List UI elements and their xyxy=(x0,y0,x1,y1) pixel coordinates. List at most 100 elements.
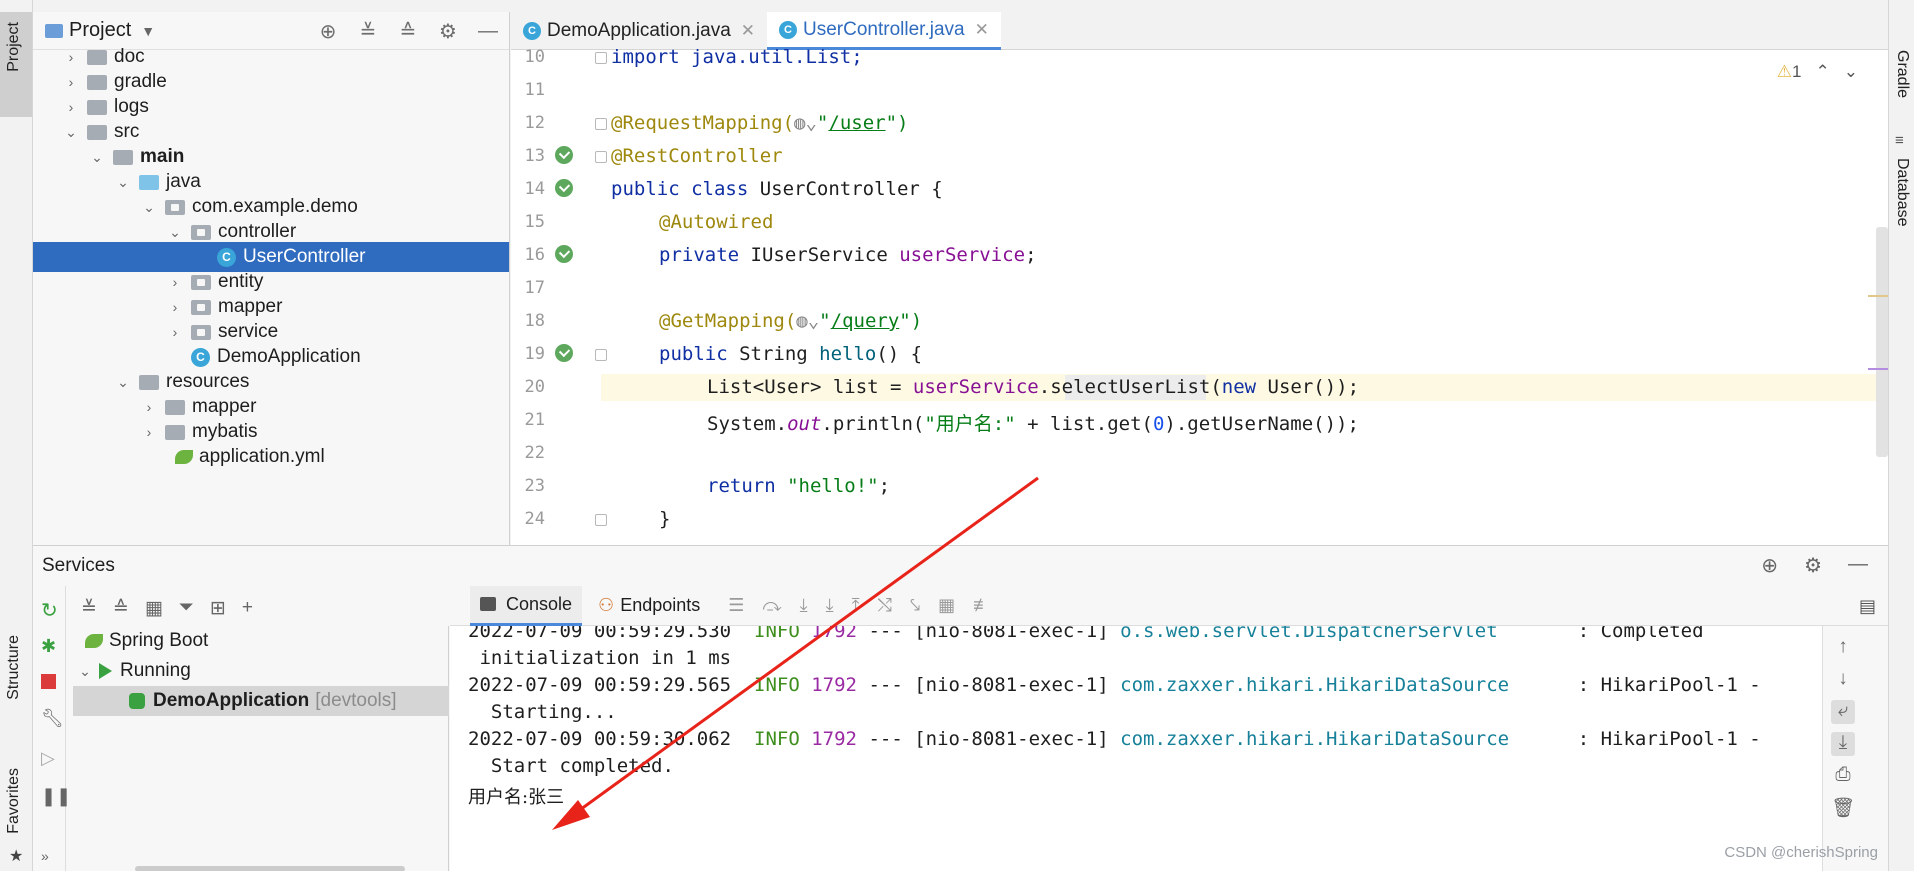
stop-icon[interactable] xyxy=(41,674,56,689)
structure-tool-button[interactable]: Structure xyxy=(5,635,23,700)
chevron-down-icon[interactable]: ⌄ xyxy=(141,199,157,216)
new-tab-icon[interactable]: ⊞ xyxy=(210,597,226,620)
tab-endpoints[interactable]: ⚇ Endpoints xyxy=(588,586,710,626)
chevron-right-icon[interactable]: › xyxy=(63,49,79,65)
arrow-up-icon[interactable]: ↑ xyxy=(1831,636,1855,660)
chevron-right-icon[interactable]: › xyxy=(63,74,79,90)
code-line-16[interactable]: private IUserService userService; xyxy=(659,244,1037,266)
gear-icon[interactable]: ⚙ xyxy=(435,18,461,44)
fold-marker-icon[interactable] xyxy=(595,118,607,130)
rerun-icon[interactable]: ↻ xyxy=(41,598,59,622)
chevron-down-icon[interactable]: ⌄ xyxy=(89,149,105,166)
more-icon[interactable]: » xyxy=(41,848,59,866)
step-over-icon[interactable]: ⤼ xyxy=(762,595,781,616)
code-line-20[interactable]: List<User> list = userService.selectUser… xyxy=(707,376,1359,398)
chevron-down-icon[interactable]: ▼ xyxy=(141,23,155,39)
chevron-down-icon[interactable]: ⌄ xyxy=(115,374,131,391)
tab-demoapplication[interactable]: C DemoApplication.java ✕ xyxy=(511,12,767,50)
tree-item-demoapplication-run[interactable]: DemoApplication [devtools] xyxy=(73,686,449,716)
code-line-18[interactable]: @GetMapping(◍⌄"/query") xyxy=(659,310,922,332)
expand-all-icon[interactable]: ≚ xyxy=(355,18,381,44)
code-line-23[interactable]: return "hello!"; xyxy=(707,475,890,497)
minimize-icon[interactable]: — xyxy=(475,18,501,44)
code-line-10[interactable]: import java.util.List; xyxy=(611,46,863,68)
chevron-down-icon[interactable]: ⌄ xyxy=(77,663,93,680)
locate-icon[interactable]: ⊕ xyxy=(1761,553,1778,578)
fold-marker-icon[interactable] xyxy=(595,151,607,163)
spring-bean-icon[interactable] xyxy=(555,245,573,263)
trace-icon[interactable]: ≢ xyxy=(973,595,991,616)
log-logger[interactable]: o.s.web.servlet.DispatcherServlet xyxy=(1120,626,1498,642)
code-line-15[interactable]: @Autowired xyxy=(659,211,773,233)
chevron-down-icon[interactable]: ⌄ xyxy=(1844,62,1858,82)
debug-icon[interactable]: ✱ xyxy=(41,636,59,656)
scroll-to-end-icon[interactable]: ⤓ xyxy=(1831,732,1855,756)
tree-item-running[interactable]: ⌄ Running xyxy=(73,656,449,686)
pause-icon[interactable]: ❚❚ xyxy=(41,786,71,806)
fold-marker-icon[interactable] xyxy=(595,349,607,361)
chevron-right-icon[interactable]: › xyxy=(141,424,157,440)
step-out-icon[interactable]: ⤒ xyxy=(852,595,860,616)
gradle-tool-button[interactable]: Gradle xyxy=(1893,50,1911,98)
log-logger[interactable]: com.zaxxer.hikari.HikariDataSource xyxy=(1120,728,1509,750)
gear-icon[interactable]: ⚙ xyxy=(1804,553,1822,578)
chevron-right-icon[interactable]: › xyxy=(167,324,183,340)
database-tool-button[interactable]: Database xyxy=(1893,158,1911,227)
project-tool-button[interactable]: Project xyxy=(0,12,32,117)
add-icon[interactable]: + xyxy=(242,597,253,619)
chevron-right-icon[interactable]: › xyxy=(167,299,183,315)
spring-bean-icon[interactable] xyxy=(555,146,573,164)
tab-usercontroller[interactable]: C UserController.java ✕ xyxy=(767,12,1001,50)
code-line-21[interactable]: System.out.println("用户名:" + list.get(0).… xyxy=(707,409,1359,436)
chevron-up-icon[interactable]: ⌃ xyxy=(1816,62,1830,82)
code-line-12[interactable]: @RequestMapping(◍⌄"/user") xyxy=(611,112,908,134)
editor-scrollbar[interactable] xyxy=(1876,227,1888,457)
chevron-down-icon[interactable]: ⌄ xyxy=(63,124,79,141)
console-output[interactable]: 2022-07-09 00:59:29.530 INFO 1792 --- [n… xyxy=(450,626,1850,871)
code-line-13[interactable]: @RestController xyxy=(611,145,783,167)
collapse-all-icon[interactable]: ≙ xyxy=(113,597,129,620)
wrench-icon[interactable]: 🔧︎ xyxy=(41,708,64,728)
fold-marker-icon[interactable] xyxy=(595,52,607,64)
chevron-right-icon[interactable]: › xyxy=(167,274,183,290)
expand-all-icon[interactable]: ≚ xyxy=(81,597,97,620)
favorites-tool-button[interactable]: Favorites xyxy=(5,768,23,834)
group-icon[interactable]: ▦ xyxy=(145,597,163,620)
run-to-cursor-icon[interactable]: ⤥ xyxy=(910,595,920,616)
spring-endpoint-icon[interactable] xyxy=(555,344,573,362)
tab-console[interactable]: Console xyxy=(470,585,583,626)
step-into-icon[interactable]: ⤓ xyxy=(800,595,808,616)
chevron-right-icon[interactable]: › xyxy=(141,399,157,415)
print-icon[interactable]: ⎙ xyxy=(1831,764,1855,788)
code-line-14[interactable]: public class UserController { xyxy=(611,178,943,200)
code-line-24[interactable]: } xyxy=(659,508,670,530)
log-logger[interactable]: com.zaxxer.hikari.HikariDataSource xyxy=(1120,674,1509,696)
trash-icon[interactable]: 🗑︎ xyxy=(1831,796,1855,820)
fold-marker-icon[interactable] xyxy=(595,514,607,526)
soft-wrap-icon[interactable]: ⤶ xyxy=(1831,700,1855,724)
close-icon[interactable]: ✕ xyxy=(741,21,755,41)
inspection-widget[interactable]: ⚠1 ⌃ ⌄ xyxy=(1777,62,1858,82)
usage-stripe-mark[interactable] xyxy=(1868,368,1888,370)
close-icon[interactable]: ✕ xyxy=(975,20,989,40)
layout-icon[interactable]: ▤ xyxy=(1859,596,1876,617)
evaluate-icon[interactable]: ▦ xyxy=(938,595,955,616)
code-line-19[interactable]: public String hello() { xyxy=(659,343,922,365)
chevron-down-icon[interactable]: ⌄ xyxy=(115,174,131,191)
force-step-into-icon[interactable]: ⤓ xyxy=(826,595,834,616)
menu-icon[interactable]: ☰ xyxy=(728,595,744,616)
minimize-icon[interactable]: — xyxy=(1848,553,1868,578)
tree-item-spring-boot[interactable]: Spring Boot xyxy=(73,626,449,656)
chevron-right-icon[interactable]: › xyxy=(63,99,79,115)
filter-icon[interactable]: ⏷ xyxy=(179,597,194,619)
services-tree-scrollbar[interactable] xyxy=(135,866,405,871)
resume-icon[interactable]: ▷ xyxy=(41,748,59,768)
collapse-all-icon[interactable]: ≙ xyxy=(395,18,421,44)
locate-icon[interactable]: ⊕ xyxy=(315,18,341,44)
drop-frame-icon[interactable]: ⤭ xyxy=(878,595,892,616)
tree-item-application-yml[interactable]: application.yml xyxy=(33,442,509,472)
arrow-down-icon[interactable]: ↓ xyxy=(1831,668,1855,692)
chevron-down-icon[interactable]: ⌄ xyxy=(167,224,183,241)
spring-bean-icon[interactable] xyxy=(555,179,573,197)
project-title[interactable]: Project xyxy=(69,19,131,42)
